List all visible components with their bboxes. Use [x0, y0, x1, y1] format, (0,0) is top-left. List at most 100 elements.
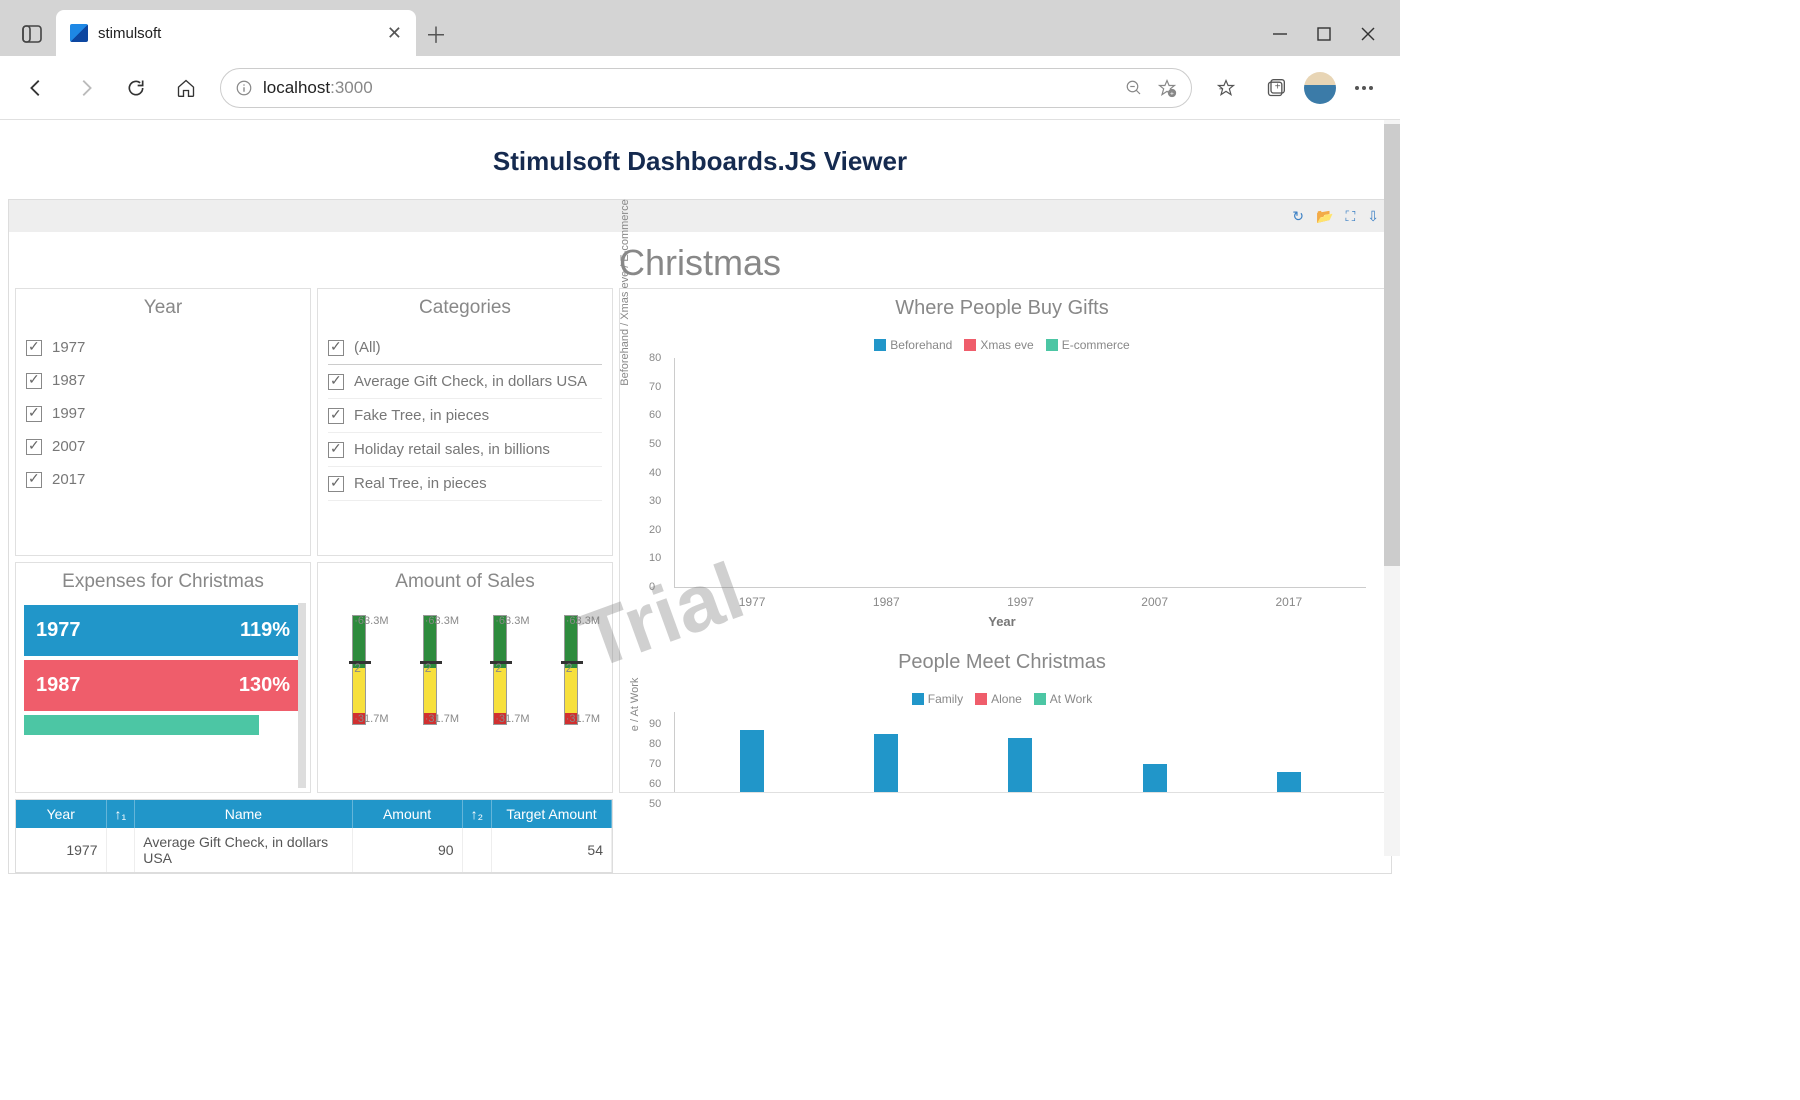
cell-year: 1977	[16, 828, 106, 872]
home-button[interactable]	[164, 66, 208, 110]
legend-item[interactable]: Xmas eve	[964, 338, 1033, 352]
site-info-icon[interactable]	[235, 79, 253, 97]
data-table[interactable]: Year ↑₁ Name Amount ↑₂ Target Amount 197…	[16, 800, 612, 872]
cell-amount: 90	[352, 828, 462, 872]
favicon-icon	[70, 24, 88, 42]
categories-filter-panel: Categories (All)Average Gift Check, in d…	[317, 288, 613, 556]
year-filter-item[interactable]: 1977	[26, 331, 300, 364]
table-header-name[interactable]: Name	[135, 800, 352, 828]
category-filter-item[interactable]: Real Tree, in pieces	[328, 467, 602, 501]
bar-group	[1244, 772, 1334, 792]
checkbox-icon[interactable]	[328, 340, 344, 356]
expense-row[interactable]: 1977119%	[24, 605, 302, 656]
close-tab-icon[interactable]: ✕	[387, 23, 402, 44]
address-bar[interactable]: localhost:3000 +	[220, 68, 1192, 108]
meet-chart-title: People Meet Christmas	[620, 643, 1384, 686]
browser-tab[interactable]: stimulsoft ✕	[56, 10, 416, 56]
meet-bar-chart[interactable]: e / At Work 9080706050	[674, 712, 1366, 792]
expenses-scrollbar[interactable]	[298, 603, 306, 789]
refresh-dashboard-icon[interactable]: ↻	[1292, 208, 1304, 225]
table-header-year[interactable]: Year	[16, 800, 106, 828]
favorites-button[interactable]	[1204, 66, 1248, 110]
bullet-bot-label: ·31.7M	[425, 713, 459, 725]
x-tick-label: 1977	[707, 595, 797, 609]
bullet-gauge[interactable]: ·63.3M 2 ·31.7M	[405, 615, 455, 725]
table-row[interactable]: 1977 Average Gift Check, in dollars USA …	[16, 828, 612, 872]
chart-bar[interactable]	[1277, 772, 1301, 792]
year-filter-item[interactable]: 1987	[26, 364, 300, 397]
back-button[interactable]	[14, 66, 58, 110]
year-filter-label: 1997	[52, 405, 85, 422]
category-filter-item[interactable]: Holiday retail sales, in billions	[328, 433, 602, 467]
gifts-x-axis-label: Year	[620, 614, 1384, 629]
expense-year: 1987	[36, 674, 81, 697]
legend-item[interactable]: Alone	[975, 692, 1022, 706]
bullet-gauge[interactable]: ·63.3M 2 ·31.7M	[475, 615, 525, 725]
more-button[interactable]	[1342, 66, 1386, 110]
expenses-bar-partial	[24, 715, 259, 735]
legend-item[interactable]: Family	[912, 692, 963, 706]
table-header-amount[interactable]: Amount	[352, 800, 462, 828]
export-icon[interactable]: ⇩	[1367, 208, 1379, 225]
checkbox-icon[interactable]	[328, 476, 344, 492]
profile-avatar[interactable]	[1304, 72, 1336, 104]
checkbox-icon[interactable]	[26, 373, 42, 389]
table-sort-1[interactable]: ↑₁	[106, 800, 135, 828]
legend-item[interactable]: Beforehand	[874, 338, 952, 352]
bar-group	[707, 730, 797, 792]
checkbox-icon[interactable]	[26, 406, 42, 422]
legend-item[interactable]: E-commerce	[1046, 338, 1130, 352]
chart-bar[interactable]	[874, 734, 898, 792]
svg-text:+: +	[1170, 90, 1174, 97]
chart-bar[interactable]	[1008, 738, 1032, 792]
window-minimize-button[interactable]	[1258, 12, 1302, 56]
refresh-button[interactable]	[114, 66, 158, 110]
window-close-button[interactable]	[1346, 12, 1390, 56]
gifts-chart-title: Where People Buy Gifts	[620, 289, 1384, 332]
url-text: localhost:3000	[263, 78, 373, 98]
expense-row[interactable]: 1987130%	[24, 660, 302, 711]
bullet-gauge[interactable]: ·63.3M 2 ·31.7M	[334, 615, 384, 725]
gifts-bar-chart[interactable]: Beforehand / Xmas eve / E-commerce 19771…	[674, 358, 1366, 588]
checkbox-icon[interactable]	[26, 340, 42, 356]
table-sort-2[interactable]: ↑₂	[462, 800, 491, 828]
year-filter-item[interactable]: 2007	[26, 430, 300, 463]
year-filter-label: 2007	[52, 438, 85, 455]
expand-icon[interactable]: ⛶	[1345, 208, 1355, 225]
window-maximize-button[interactable]	[1302, 12, 1346, 56]
table-header-target[interactable]: Target Amount	[492, 800, 612, 828]
svg-text:+: +	[1275, 81, 1281, 92]
checkbox-icon[interactable]	[26, 439, 42, 455]
category-filter-label: Holiday retail sales, in billions	[354, 441, 550, 458]
tab-title: stimulsoft	[98, 25, 377, 42]
legend-item[interactable]: At Work	[1034, 692, 1092, 706]
checkbox-icon[interactable]	[328, 408, 344, 424]
checkbox-icon[interactable]	[328, 442, 344, 458]
favorite-add-icon[interactable]: +	[1157, 78, 1177, 98]
bullet-gauge[interactable]: ·63.3M 2 ·31.7M	[546, 615, 596, 725]
category-filter-label: Real Tree, in pieces	[354, 475, 487, 492]
category-filter-item[interactable]: Average Gift Check, in dollars USA	[328, 365, 602, 399]
category-filter-item[interactable]: (All)	[328, 331, 602, 365]
year-filter-item[interactable]: 1997	[26, 397, 300, 430]
checkbox-icon[interactable]	[26, 472, 42, 488]
dashboard-title: Christmas	[9, 232, 1391, 288]
bullet-mid-label: 2	[566, 661, 573, 675]
collections-button[interactable]: +	[1254, 66, 1298, 110]
category-filter-item[interactable]: Fake Tree, in pieces	[328, 399, 602, 433]
bar-group	[841, 734, 931, 792]
zoom-icon[interactable]	[1125, 79, 1143, 97]
year-filter-item[interactable]: 2017	[26, 463, 300, 496]
viewer-toolbar: ↻ 📂 ⛶ ⇩	[9, 200, 1391, 232]
tab-overview-button[interactable]	[8, 14, 56, 54]
new-tab-button[interactable]: ＋	[416, 14, 456, 54]
cell-name: Average Gift Check, in dollars USA	[135, 828, 352, 872]
page-scrollbar[interactable]	[1384, 120, 1400, 856]
expense-year: 1977	[36, 619, 81, 642]
forward-button	[64, 66, 108, 110]
chart-bar[interactable]	[1143, 764, 1167, 792]
checkbox-icon[interactable]	[328, 374, 344, 390]
chart-bar[interactable]	[740, 730, 764, 792]
year-filter-label: 1987	[52, 372, 85, 389]
open-icon[interactable]: 📂	[1316, 208, 1333, 225]
